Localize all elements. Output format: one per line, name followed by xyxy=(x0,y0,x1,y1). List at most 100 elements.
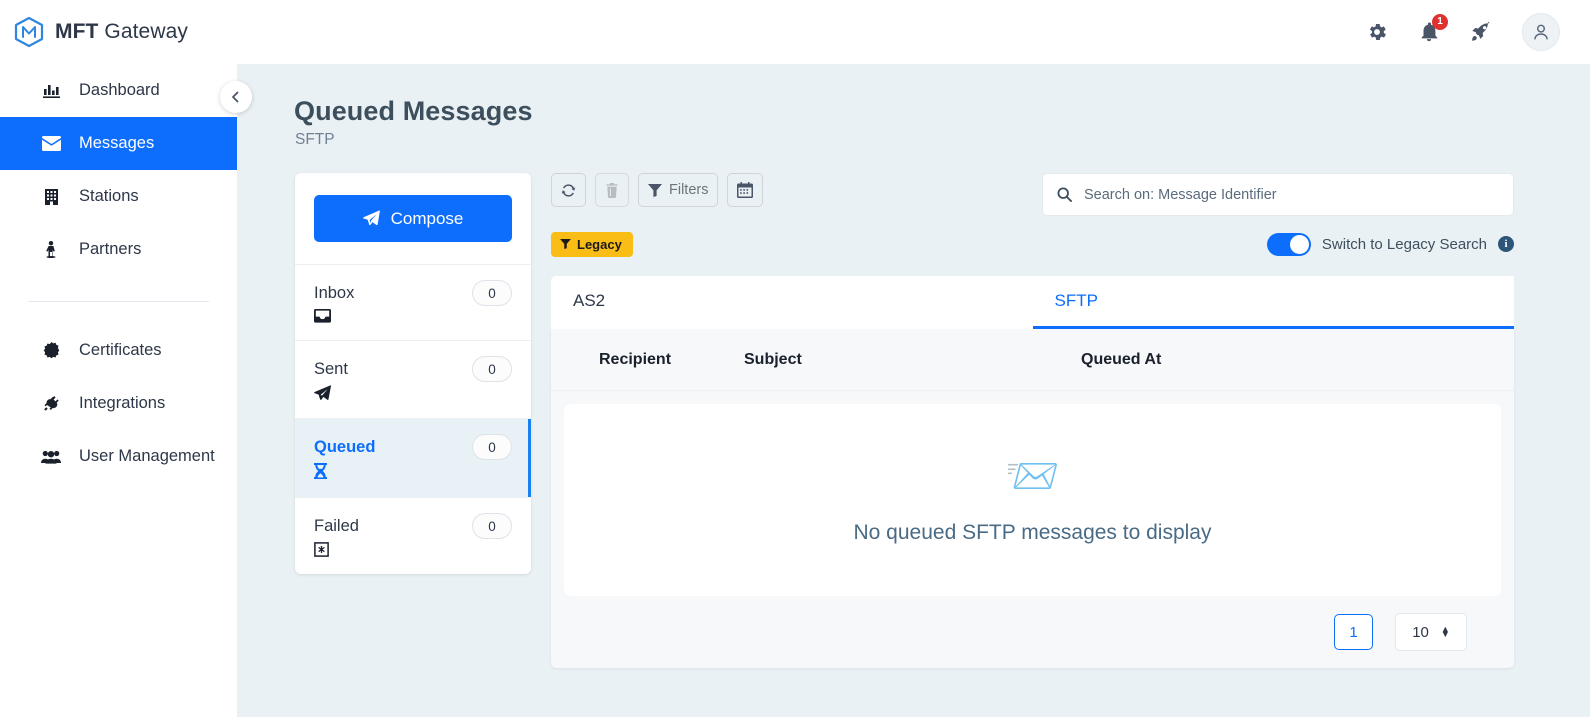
toolbar-row: Filters xyxy=(551,173,1514,216)
brand-name-bold: MFT xyxy=(55,20,99,43)
user-icon xyxy=(1534,24,1548,40)
gear-icon xyxy=(1369,24,1386,40)
funnel-icon xyxy=(648,183,662,197)
calendar-icon xyxy=(737,182,754,198)
folder-item-inbox[interactable]: Inbox 0 xyxy=(295,264,531,340)
folder-item-queued[interactable]: Queued 0 xyxy=(295,418,531,497)
folder-row-top: Failed 0 xyxy=(314,513,512,539)
brand-name-light: Gateway xyxy=(98,20,188,43)
rocket-icon[interactable] xyxy=(1470,21,1492,43)
folder-row-top: Sent 0 xyxy=(314,356,512,382)
content-row: Compose Inbox 0 Sent 0 Queued 0 Failed 0… xyxy=(237,173,1590,668)
send-plane-icon xyxy=(362,210,380,226)
sidebar-item-stations[interactable]: Stations xyxy=(0,170,237,223)
sidebar-item-label: User Management xyxy=(79,447,215,465)
folder-row-top: Queued 0 xyxy=(314,434,512,460)
search-icon xyxy=(1057,187,1072,202)
top-bar: MFT Gateway 1 xyxy=(0,0,1590,64)
plug-icon xyxy=(41,395,61,412)
sidebar-item-integrations[interactable]: Integrations xyxy=(0,377,237,430)
filters-button-label: Filters xyxy=(669,182,709,198)
sidebar-item-partners[interactable]: Partners xyxy=(0,223,237,276)
legacy-search-toggle[interactable] xyxy=(1266,232,1311,256)
folder-count-badge: 0 xyxy=(472,434,512,460)
sidebar-collapse-button[interactable] xyxy=(220,81,252,113)
top-bar-actions: 1 xyxy=(1366,13,1590,51)
messages-panel: Filters Search on: Message Identifier Le… xyxy=(551,173,1514,668)
page-size-value: 10 xyxy=(1412,623,1429,641)
folder-row-top: Inbox 0 xyxy=(314,280,512,306)
folder-item-failed[interactable]: Failed 0 xyxy=(295,497,531,574)
open-envelope-icon: 📨 xyxy=(1005,452,1060,501)
brand-logo-area[interactable]: MFT Gateway xyxy=(0,16,188,48)
folder-label: Inbox xyxy=(314,283,355,302)
building-icon xyxy=(41,188,61,205)
notification-count-badge: 1 xyxy=(1432,14,1448,30)
legacy-badge-label: Legacy xyxy=(577,236,622,252)
settings-gear-icon[interactable] xyxy=(1366,21,1388,43)
folder-label: Failed xyxy=(314,516,359,535)
sidebar-item-dashboard[interactable]: Dashboard xyxy=(0,64,237,117)
sidebar-item-label: Integrations xyxy=(79,394,166,412)
folder-count-badge: 0 xyxy=(472,356,512,382)
compose-button-label: Compose xyxy=(390,208,464,228)
tab-label: AS2 xyxy=(573,291,606,310)
sidebar-item-label: Stations xyxy=(79,187,139,205)
sidebar-item-messages[interactable]: Messages xyxy=(0,117,237,170)
column-header-subject: Subject xyxy=(744,350,802,368)
envelope-icon xyxy=(41,136,61,151)
column-header-queued-at: Queued At xyxy=(1081,350,1162,368)
trash-icon xyxy=(606,182,618,198)
funnel-icon xyxy=(560,239,571,249)
delete-button[interactable] xyxy=(595,173,629,207)
inbox-tray-icon xyxy=(314,309,512,327)
info-icon[interactable]: i xyxy=(1498,236,1514,252)
tab-sftp[interactable]: SFTP xyxy=(1032,276,1514,329)
chevron-left-icon xyxy=(232,91,239,103)
folder-item-sent[interactable]: Sent 0 xyxy=(295,340,531,418)
toolbar-buttons: Filters xyxy=(551,173,764,207)
legacy-search-toggle-label: Switch to Legacy Search xyxy=(1321,235,1487,253)
rocket-icon-glyph xyxy=(1472,21,1490,41)
cube-logo-icon xyxy=(14,16,44,48)
failed-box-icon xyxy=(314,542,512,561)
sidebar-item-label: Dashboard xyxy=(79,81,160,99)
sidebar: Dashboard Messages Stations Partners Cer… xyxy=(0,64,237,717)
person-icon xyxy=(41,241,61,258)
sidebar-item-label: Partners xyxy=(79,240,142,258)
users-icon xyxy=(41,450,61,464)
sidebar-item-certificates[interactable]: Certificates xyxy=(0,324,237,377)
sidebar-item-label: Messages xyxy=(79,134,155,152)
compose-button[interactable]: Compose xyxy=(314,195,512,242)
tab-as2[interactable]: AS2 xyxy=(551,276,1033,329)
compose-area: Compose xyxy=(295,173,531,264)
folder-label: Sent xyxy=(314,359,348,378)
legacy-search-toggle-group: Switch to Legacy Search i xyxy=(1266,232,1514,256)
filters-button[interactable]: Filters xyxy=(638,173,719,207)
search-input[interactable] xyxy=(1084,186,1499,203)
empty-state: 📨 No queued SFTP messages to display xyxy=(564,404,1501,596)
hourglass-icon xyxy=(314,463,512,484)
pagination: 1 10 ▲ ▼ xyxy=(551,596,1514,668)
badge-row: Legacy Switch to Legacy Search i xyxy=(551,230,1514,258)
table-header-row: Recipient Subject Queued At xyxy=(551,329,1514,391)
folder-count-badge: 0 xyxy=(472,513,512,539)
search-box[interactable] xyxy=(1042,173,1514,216)
messages-table: Recipient Subject Queued At 📨 No queued … xyxy=(551,329,1514,668)
toggle-knob xyxy=(1289,234,1309,254)
folder-count-badge: 0 xyxy=(472,280,512,306)
empty-state-text: No queued SFTP messages to display xyxy=(853,521,1212,544)
folder-label: Queued xyxy=(314,437,376,456)
refresh-button[interactable] xyxy=(551,173,586,207)
sidebar-item-user-management[interactable]: User Management xyxy=(0,430,237,483)
main-content: Queued Messages SFTP Compose Inbox 0 Sen… xyxy=(237,64,1590,717)
certificate-icon xyxy=(41,342,61,359)
calendar-button[interactable] xyxy=(727,173,764,207)
page-subtitle: SFTP xyxy=(295,131,335,148)
user-avatar[interactable] xyxy=(1522,13,1560,51)
notifications-bell-icon[interactable]: 1 xyxy=(1418,14,1448,43)
legacy-filter-badge[interactable]: Legacy xyxy=(551,231,633,257)
tab-label: SFTP xyxy=(1054,291,1098,310)
page-size-select[interactable]: 10 ▲ ▼ xyxy=(1395,613,1467,651)
page-number-button[interactable]: 1 xyxy=(1334,614,1373,650)
